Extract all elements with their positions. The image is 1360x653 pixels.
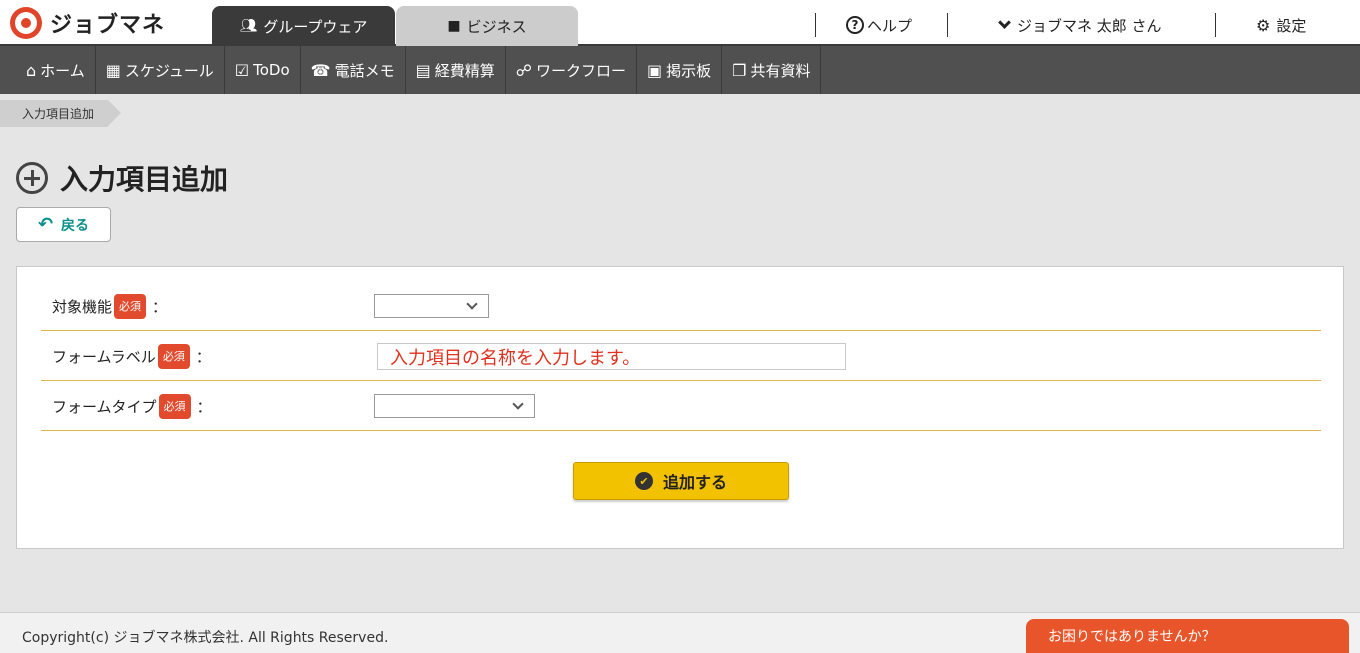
user-name: ジョブマネ 太郎 さん [1017, 16, 1162, 35]
field-label-text: フォームラベル [52, 347, 156, 366]
logo-mark-icon [10, 7, 42, 39]
field-label: 対象機能 必須 ： [52, 281, 167, 331]
page-title: 入力項目追加 [16, 158, 228, 198]
clipboard-check-icon: ☑ [234, 60, 250, 80]
nav-item-label: 共有資料 [750, 61, 811, 80]
help-label: ヘルプ [867, 16, 913, 35]
breadcrumb: 入力項目追加 [0, 100, 122, 127]
gear-icon: ⚙ [1256, 15, 1271, 35]
required-badge: 必須 [158, 393, 191, 419]
add-button-label: 追加する [662, 473, 727, 492]
top-header: ジョブマネ 👥︎ グループウェア ■ ビジネス ? ヘルプ ジョブマネ 太郎 さ… [0, 0, 1360, 46]
nav-item-label: 経費精算 [434, 61, 495, 80]
tab-groupware-label: グループウェア [263, 17, 368, 36]
check-circle-icon: ✔ [634, 472, 653, 490]
form-label-placeholder: 入力項目の名称を入力します。 [390, 347, 641, 369]
nav-item-todo[interactable]: ☑ ToDo [225, 46, 301, 94]
form-type-select[interactable] [374, 394, 535, 418]
nav-item-label: スケジュール [124, 61, 214, 80]
field-colon: ： [152, 297, 168, 316]
plus-circle-icon [16, 162, 48, 194]
required-badge: 必須 [157, 343, 190, 369]
help-chat-tab[interactable]: お困りではありませんか？ [1026, 619, 1349, 653]
calculator-icon: ▤ [415, 60, 431, 80]
nav-item-schedule[interactable]: ▦ スケジュール [96, 46, 225, 94]
copyright-text: Copyright(c) ジョブマネ株式会社. All Rights Reser… [22, 630, 389, 646]
workflow-icon: ☍ [515, 60, 532, 80]
board-icon: ▣ [646, 60, 663, 80]
header-divider [1215, 13, 1216, 37]
phone-icon: ☎ [310, 60, 331, 80]
briefcase-icon: ■ [447, 18, 461, 34]
field-label-text: フォームタイプ [52, 397, 157, 416]
tab-business[interactable]: ■ ビジネス [396, 6, 578, 46]
nav-item-home[interactable]: ⌂ ホーム [0, 46, 96, 94]
field-label: フォームラベル 必須 ： [52, 331, 211, 381]
field-label-text: 対象機能 [52, 297, 113, 316]
nav-item-board[interactable]: ▣ 掲示板 [637, 46, 723, 94]
header-divider [815, 13, 816, 37]
nav-item-shared-docs[interactable]: ❐ 共有資料 [722, 46, 822, 94]
calendar-icon: ▦ [105, 60, 121, 80]
documents-icon: ❐ [732, 60, 747, 80]
nav-item-label: ホーム [40, 61, 85, 80]
field-colon: ： [195, 347, 211, 366]
reply-arrow-icon: ↶ [37, 214, 54, 235]
nav-item-workflow[interactable]: ☍ ワークフロー [506, 46, 637, 94]
tab-groupware[interactable]: 👥︎ グループウェア [212, 6, 395, 46]
help-icon: ? [846, 16, 864, 34]
add-button[interactable]: ✔ 追加する [573, 462, 789, 500]
nav-item-expenses[interactable]: ▤ 経費精算 [406, 46, 506, 94]
required-badge: 必須 [114, 293, 147, 319]
form-row-target-function: 対象機能 必須 ： [41, 281, 1321, 331]
form-row-form-label: フォームラベル 必須 ： 入力項目の名称を入力します。 [41, 331, 1321, 381]
home-icon: ⌂ [26, 60, 37, 80]
main-nav: ⌂ ホーム ▦ スケジュール ☑ ToDo ☎ 電話メモ ▤ 経費精算 ☍ ワー… [0, 46, 1360, 94]
nav-item-label: 掲示板 [666, 61, 712, 80]
target-function-select[interactable] [374, 294, 489, 318]
chevron-down-icon [998, 16, 1011, 29]
page-title-text: 入力項目追加 [60, 163, 229, 196]
user-menu[interactable]: ジョブマネ 太郎 さん [996, 14, 1162, 36]
settings-link[interactable]: ⚙ 設定 [1256, 14, 1306, 36]
nav-item-label: 電話メモ [334, 61, 395, 80]
nav-item-label: ワークフロー [535, 61, 626, 80]
form-label-input[interactable]: 入力項目の名称を入力します。 [377, 343, 846, 370]
form-row-form-type: フォームタイプ 必須 ： [41, 381, 1321, 431]
header-divider [947, 13, 948, 37]
nav-item-phone-memo[interactable]: ☎ 電話メモ [301, 46, 406, 94]
settings-label: 設定 [1276, 16, 1307, 35]
chevron-down-icon [466, 298, 478, 310]
breadcrumb-current: 入力項目追加 [0, 100, 122, 127]
tab-business-label: ビジネス [466, 17, 527, 36]
field-label: フォームタイプ 必須 ： [52, 381, 212, 431]
field-colon: ： [196, 397, 212, 416]
form-panel: 対象機能 必須 ： フォームラベル 必須 ： 入力項目の名称を入力します。 フォ… [16, 266, 1344, 549]
brand-name: ジョブマネ [50, 13, 166, 38]
back-button-label: 戻る [61, 217, 90, 234]
help-chat-label: お困りではありませんか？ [1048, 629, 1216, 645]
brand-logo[interactable]: ジョブマネ [10, 6, 165, 40]
nav-item-label: ToDo [253, 61, 290, 79]
chevron-down-icon [512, 398, 524, 410]
help-link[interactable]: ? ヘルプ [846, 14, 912, 36]
back-button[interactable]: ↶ 戻る [16, 207, 111, 242]
users-icon: 👥︎ [239, 18, 258, 34]
